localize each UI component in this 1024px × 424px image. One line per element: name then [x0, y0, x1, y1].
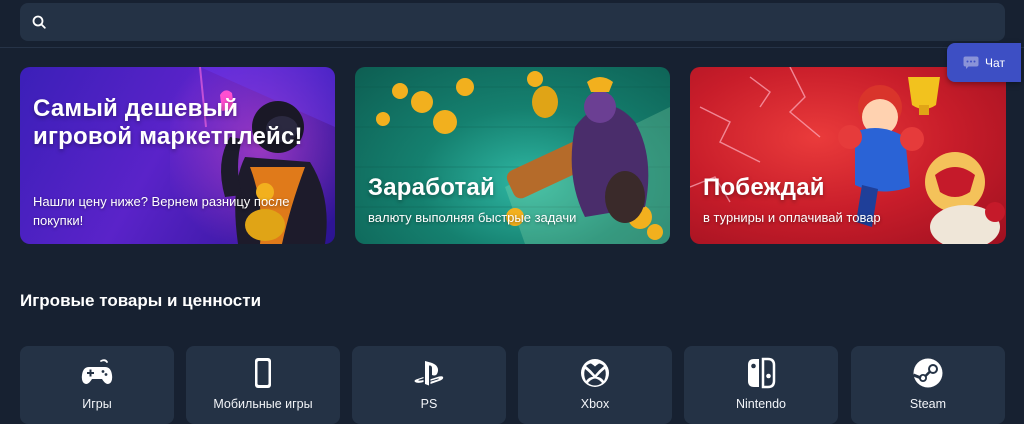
- category-ps[interactable]: PS: [352, 346, 506, 424]
- steam-icon: [912, 358, 943, 388]
- search-bar[interactable]: [20, 3, 1005, 41]
- category-steam[interactable]: Steam: [851, 346, 1005, 424]
- chat-button[interactable]: Чат: [947, 43, 1021, 82]
- banner-earn[interactable]: Заработай валюту выполняя быстрые задачи: [355, 67, 670, 244]
- category-xbox[interactable]: Xbox: [518, 346, 672, 424]
- header-divider: [0, 47, 1024, 48]
- page: Самый дешевый игровой маркетплейс! Нашли…: [0, 0, 1024, 424]
- banner-win[interactable]: Побеждай в турниры и оплачивай товар: [690, 67, 1006, 244]
- nintendo-switch-icon: [748, 357, 776, 389]
- category-label: Steam: [909, 397, 947, 411]
- category-mobile-games[interactable]: Мобильные игры: [186, 346, 340, 424]
- category-nintendo[interactable]: Nintendo: [684, 346, 838, 424]
- promo-banners: Самый дешевый игровой маркетплейс! Нашли…: [20, 67, 1006, 244]
- search-input[interactable]: [56, 14, 1005, 30]
- category-games[interactable]: Игры: [20, 346, 174, 424]
- banner-subtitle: Нашли цену ниже? Вернем разницу после по…: [33, 194, 290, 228]
- gamepad-icon: [81, 359, 113, 384]
- category-label: Игры: [82, 397, 112, 411]
- banner-subtitle: валюту выполняя быстрые задачи: [368, 210, 577, 225]
- category-label: Мобильные игры: [213, 397, 313, 411]
- playstation-icon: [414, 361, 444, 386]
- category-label: Xbox: [580, 397, 610, 411]
- search-icon: [32, 15, 46, 29]
- category-label: PS: [420, 397, 438, 411]
- smartphone-icon: [255, 358, 271, 388]
- banner-subtitle: в турниры и оплачивай товар: [703, 210, 881, 225]
- banner-title: Самый дешевый игровой маркетплейс!: [33, 95, 303, 150]
- chat-icon: [963, 56, 979, 69]
- section-title: Игровые товары и ценности: [20, 291, 262, 310]
- category-label: Nintendo: [735, 397, 787, 411]
- chat-label: Чат: [985, 55, 1005, 70]
- xbox-icon: [581, 359, 609, 387]
- category-list: Игры Мобильные игры PS Xbox Nintendo Ste…: [20, 346, 1006, 424]
- banner-title: Побеждай: [703, 174, 825, 201]
- banner-cheapest-marketplace[interactable]: Самый дешевый игровой маркетплейс! Нашли…: [20, 67, 335, 244]
- banner-title: Заработай: [368, 174, 495, 201]
